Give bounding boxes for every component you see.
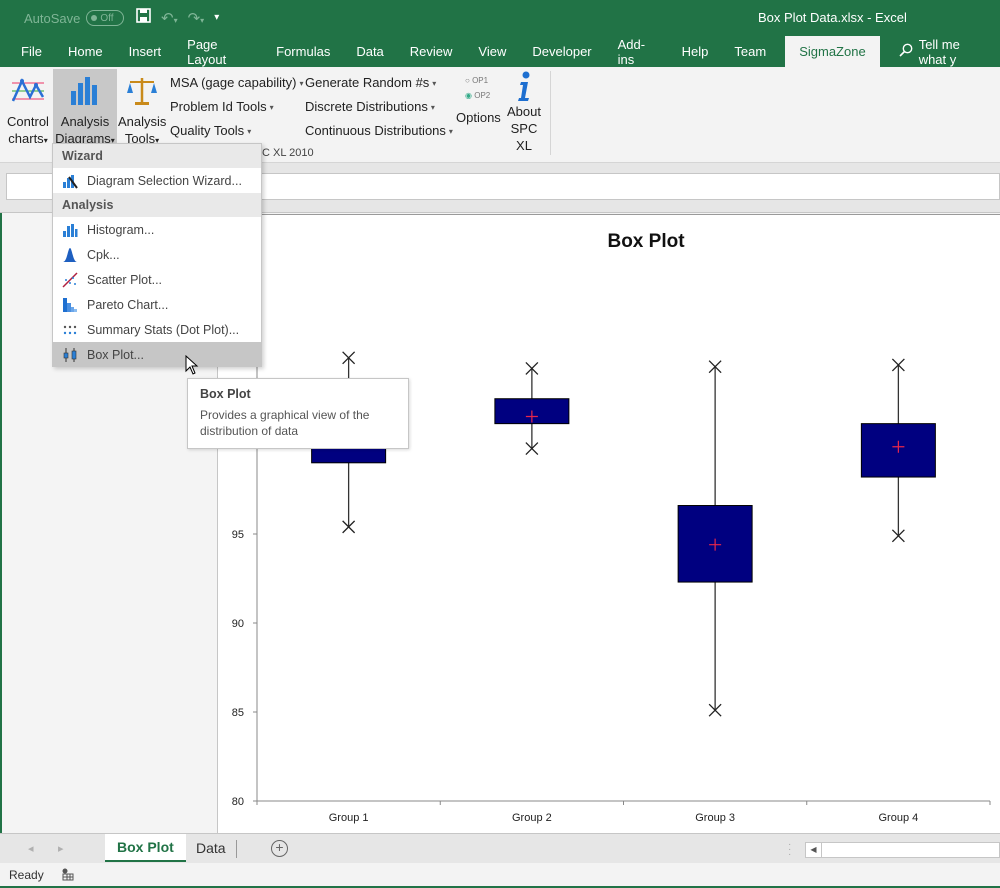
- prev-sheet-icon[interactable]: ◂: [28, 842, 34, 855]
- save-icon[interactable]: [136, 8, 151, 27]
- redo-icon[interactable]: ↷▾: [188, 9, 205, 27]
- sheet-tab-data[interactable]: Data: [184, 834, 238, 862]
- chart-title: Box Plot: [607, 231, 685, 252]
- tooltip-title: Box Plot: [200, 387, 251, 401]
- menu-item-diagram-selection-wizard[interactable]: Diagram Selection Wizard...: [53, 168, 261, 193]
- discrete-distributions-button[interactable]: Discrete Distributions ▾: [305, 99, 435, 114]
- sheet-tab-bar: ◂ ▸ Box Plot Data + · · · ◀: [0, 833, 1000, 863]
- tab-file[interactable]: File: [0, 36, 55, 67]
- menu-item-pareto-chart[interactable]: Pareto Chart...: [53, 292, 261, 317]
- tab-data[interactable]: Data: [343, 36, 396, 67]
- problem-id-tools-button[interactable]: Problem Id Tools ▾: [170, 99, 274, 114]
- next-sheet-icon[interactable]: ▸: [58, 842, 64, 855]
- tab-add-ins[interactable]: Add-ins: [605, 36, 669, 67]
- x-tick-label: Group 4: [879, 812, 919, 824]
- box-group: [677, 360, 753, 717]
- document-title: Box Plot Data.xlsx - Excel: [758, 10, 907, 25]
- tell-me-text: Tell me what y: [918, 36, 960, 67]
- tab-divider: [236, 840, 237, 858]
- title-bar: AutoSave Off ↶▾ ↷▾ ▾ Box Plot Data.xlsx …: [0, 0, 1000, 36]
- tab-help[interactable]: Help: [669, 36, 722, 67]
- control-chart-icon: [4, 69, 52, 113]
- quality-tools-button[interactable]: Quality Tools ▾: [170, 123, 251, 138]
- tab-splitter-handle[interactable]: · · ·: [788, 840, 791, 860]
- tab-team[interactable]: Team: [721, 36, 779, 67]
- y-tick-label: 80: [232, 796, 244, 808]
- analysis-tools-button[interactable]: Analysis Tools▾: [118, 69, 166, 149]
- add-sheet-button[interactable]: +: [271, 840, 288, 857]
- menu-item-summary-stats[interactable]: Summary Stats (Dot Plot)...: [53, 317, 261, 342]
- tab-review[interactable]: Review: [397, 36, 466, 67]
- mouse-pointer-icon: [185, 354, 199, 378]
- box-group: [860, 358, 936, 543]
- control-charts-button[interactable]: Control charts▾: [4, 69, 52, 149]
- wizard-icon: [53, 173, 87, 189]
- cpk-icon: [53, 247, 87, 263]
- box-group: [494, 362, 570, 456]
- menu-item-histogram[interactable]: Histogram...: [53, 217, 261, 242]
- undo-icon[interactable]: ↶▾: [161, 9, 178, 27]
- options-button[interactable]: Options: [456, 110, 501, 125]
- ribbon-tabs: File Home Insert Page Layout Formulas Da…: [0, 36, 1000, 67]
- menu-item-scatter-plot[interactable]: Scatter Plot...: [53, 267, 261, 292]
- bar-chart-icon: [53, 69, 117, 113]
- tell-me-search[interactable]: Tell me what y: [886, 36, 1000, 67]
- quick-access-toolbar: ↶▾ ↷▾ ▾: [136, 8, 219, 27]
- box-plot-chart[interactable]: Box Plot 80859095100105110Group 1Group 2…: [218, 215, 1000, 835]
- tab-page-layout[interactable]: Page Layout: [174, 36, 263, 67]
- x-tick-label: Group 3: [695, 812, 735, 824]
- x-tick-label: Group 2: [512, 812, 552, 824]
- tab-home[interactable]: Home: [55, 36, 116, 67]
- customize-qat-icon[interactable]: ▾: [214, 12, 219, 23]
- menu-header-analysis: Analysis: [53, 193, 261, 217]
- x-tick-label: Group 1: [329, 812, 369, 824]
- ribbon-group-label: C XL 2010: [262, 147, 314, 159]
- menu-item-cpk[interactable]: Cpk...: [53, 242, 261, 267]
- chart-sheet[interactable]: Box Plot 80859095100105110Group 1Group 2…: [217, 214, 1000, 834]
- status-text: Ready: [9, 868, 44, 882]
- autosave-label: AutoSave: [24, 10, 81, 26]
- y-tick-label: 85: [232, 707, 244, 719]
- status-bar: Ready: [0, 863, 1000, 888]
- pareto-icon: [53, 297, 87, 313]
- analysis-diagrams-button[interactable]: Analysis Diagrams▾: [53, 69, 117, 146]
- generate-random-button[interactable]: Generate Random #s ▾: [305, 75, 436, 90]
- horizontal-scrollbar[interactable]: ◀: [805, 842, 1000, 858]
- ribbon-separator: [550, 71, 551, 155]
- menu-header-wizard: Wizard: [53, 144, 261, 168]
- analysis-diagrams-menu: Wizard Diagram Selection Wizard... Analy…: [52, 143, 262, 367]
- autosave-toggle[interactable]: AutoSave Off: [24, 10, 125, 26]
- op1-radio[interactable]: ○ OP1: [465, 76, 488, 85]
- tooltip-body: Provides a graphical view of the distrib…: [200, 408, 370, 438]
- scales-icon: [118, 69, 166, 113]
- macro-recording-icon[interactable]: [61, 868, 74, 881]
- msa-button[interactable]: MSA (gage capability) ▾: [170, 75, 303, 90]
- scroll-left-icon[interactable]: ◀: [806, 843, 822, 857]
- tab-view[interactable]: View: [465, 36, 519, 67]
- box-plot-icon: [53, 347, 87, 363]
- y-tick-label: 95: [232, 529, 244, 541]
- sheet-tab-box-plot[interactable]: Box Plot: [105, 834, 186, 862]
- tab-sigmazone[interactable]: SigmaZone: [785, 36, 880, 67]
- box-plot-tooltip: Box Plot Provides a graphical view of th…: [187, 378, 409, 449]
- about-spc-xl-button[interactable]: About SPC XL: [503, 69, 545, 154]
- scatter-icon: [53, 271, 87, 288]
- dot-plot-icon: [53, 322, 87, 338]
- tab-formulas[interactable]: Formulas: [263, 36, 343, 67]
- info-icon: [503, 69, 545, 103]
- y-tick-label: 90: [232, 618, 244, 630]
- continuous-distributions-button[interactable]: Continuous Distributions ▾: [305, 123, 453, 138]
- tab-insert[interactable]: Insert: [116, 36, 175, 67]
- op2-radio[interactable]: ◉ OP2: [465, 91, 490, 100]
- menu-item-box-plot[interactable]: Box Plot...: [53, 342, 261, 367]
- autosave-switch[interactable]: Off: [86, 10, 125, 26]
- histogram-icon: [53, 222, 87, 238]
- search-icon: [899, 43, 913, 60]
- tab-developer[interactable]: Developer: [519, 36, 604, 67]
